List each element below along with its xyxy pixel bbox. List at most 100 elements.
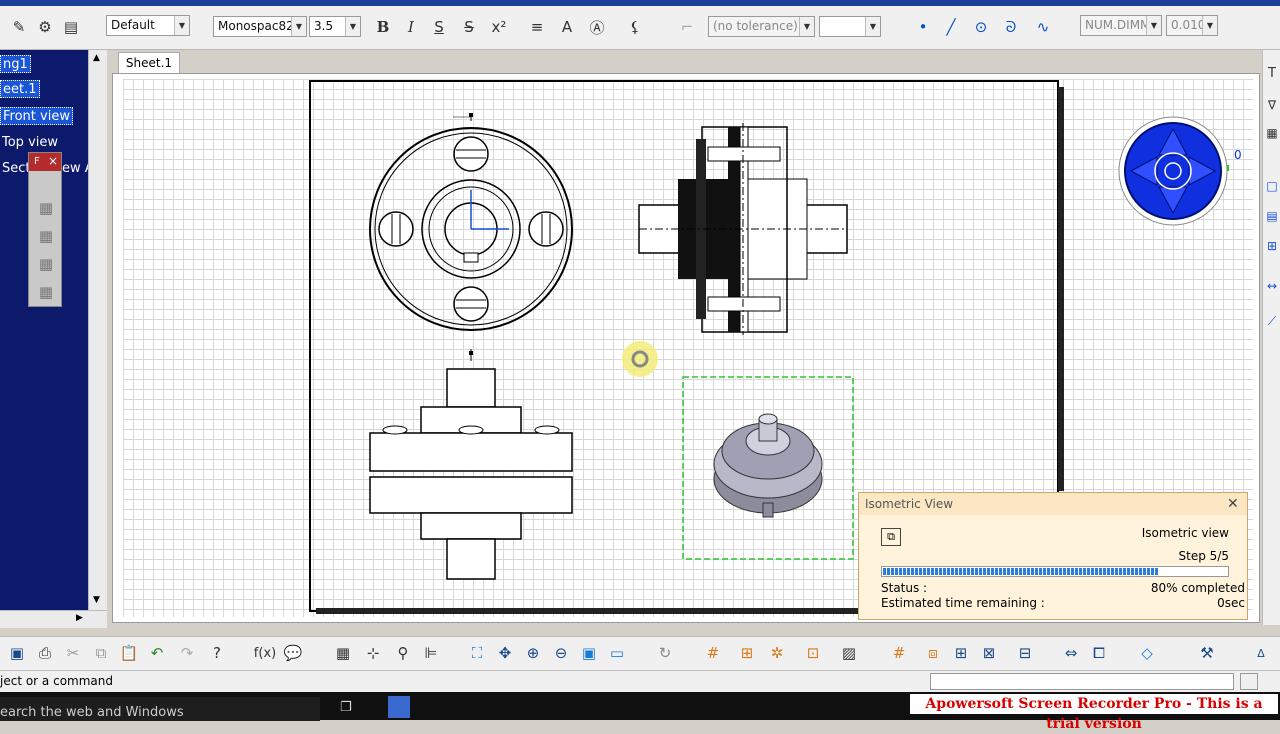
- catia-app-icon[interactable]: [388, 696, 410, 718]
- font-select[interactable]: Monospac821 ▼: [213, 16, 307, 37]
- scroll-down-icon[interactable]: ▼: [93, 595, 100, 605]
- strikethrough-icon[interactable]: S: [458, 16, 480, 38]
- grid-icon[interactable]: ▦: [332, 642, 354, 664]
- redo-icon[interactable]: ↷: [176, 642, 198, 664]
- section-view[interactable]: [638, 123, 848, 335]
- analysis-icon[interactable]: ⚲: [392, 642, 414, 664]
- zoom-area-icon[interactable]: ▣: [578, 642, 600, 664]
- tree-vertical-scrollbar[interactable]: ▲ ▼: [88, 50, 107, 610]
- normal-view-icon[interactable]: ▭: [606, 642, 628, 664]
- command-history-icon[interactable]: [1240, 673, 1258, 690]
- view-icon[interactable]: □: [1263, 175, 1280, 197]
- filter-icon[interactable]: ⊡: [802, 642, 824, 664]
- tools-icon[interactable]: ⚒: [1196, 642, 1218, 664]
- taskbar-search-box[interactable]: earch the web and Windows: [0, 697, 320, 721]
- dimension-line-icon[interactable]: ⇔: [1060, 642, 1082, 664]
- view-tool-icon[interactable]: ▦: [35, 253, 57, 275]
- zoom-in-icon[interactable]: ⊕: [522, 642, 544, 664]
- pan-icon[interactable]: ✥: [494, 642, 516, 664]
- snap-icon[interactable]: ⊹: [362, 642, 384, 664]
- frame-icon[interactable]: ⊞: [950, 642, 972, 664]
- help-icon[interactable]: ?: [206, 642, 228, 664]
- fit-all-icon[interactable]: ⛶: [466, 642, 488, 664]
- cut-icon[interactable]: ✂: [62, 642, 84, 664]
- tab-sheet[interactable]: Sheet.1: [118, 52, 180, 74]
- style-select[interactable]: Default ▼: [106, 15, 190, 36]
- 3d-view-icon[interactable]: ◇: [1136, 642, 1158, 664]
- geometry-icon[interactable]: ⟋: [1263, 310, 1280, 332]
- paste-icon[interactable]: 📋: [118, 642, 140, 664]
- sketch-grid-icon[interactable]: #: [702, 642, 724, 664]
- drafting-toolbar: ✎ ⚙ ▤ Default ▼ Monospac821 ▼ 3.5 ▼ B I S S…: [0, 6, 1280, 50]
- update-icon[interactable]: ↻: [654, 642, 676, 664]
- detail-icon[interactable]: ⊞: [1263, 235, 1280, 257]
- tolerance-value-select[interactable]: ▼: [819, 16, 881, 37]
- dimension-style-icon[interactable]: ⊫: [420, 642, 442, 664]
- copy-icon[interactable]: ⧉: [90, 642, 112, 664]
- bold-icon[interactable]: B: [372, 16, 394, 38]
- comment-icon[interactable]: 💬: [282, 642, 304, 664]
- view-tool-icon[interactable]: ▦: [35, 225, 57, 247]
- measure-icon[interactable]: ⊟: [1014, 642, 1036, 664]
- precision-select[interactable]: 0.0100 ▼: [1166, 15, 1218, 36]
- view-tool-icon[interactable]: ▦: [35, 281, 57, 303]
- dimension-icon[interactable]: ↔: [1263, 275, 1280, 297]
- close-icon[interactable]: ✕: [1227, 493, 1239, 515]
- tree-horizontal-scrollbar[interactable]: ▶: [0, 610, 107, 628]
- layout-icon[interactable]: ⧈: [922, 642, 944, 664]
- underline-icon[interactable]: S: [428, 16, 450, 38]
- anchor-icon: ⌐: [680, 18, 694, 36]
- scroll-up-icon[interactable]: ▲: [93, 53, 100, 63]
- tolerance-select[interactable]: (no tolerance) ▼: [708, 16, 815, 37]
- spline-icon[interactable]: ∿: [1032, 16, 1054, 38]
- command-input[interactable]: [930, 673, 1234, 690]
- italic-icon[interactable]: I: [400, 16, 422, 38]
- circle-icon[interactable]: ⊙: [970, 16, 992, 38]
- detection-icon[interactable]: ⊞: [736, 642, 758, 664]
- isometric-view[interactable]: [682, 376, 854, 560]
- table-icon[interactable]: ▦: [1263, 122, 1280, 144]
- symbol-icon[interactable]: ⚸: [624, 16, 646, 38]
- annotation-icon[interactable]: ∇: [1263, 94, 1280, 116]
- top-view[interactable]: [369, 349, 573, 580]
- grid-toggle-icon[interactable]: #: [888, 642, 910, 664]
- tree-item-sheet[interactable]: eet.1: [0, 80, 40, 98]
- constraint-icon[interactable]: ✲: [766, 642, 788, 664]
- cursor-highlight: [622, 341, 658, 377]
- save-icon[interactable]: ▣: [6, 642, 28, 664]
- sheet-shadow-bottom: [316, 608, 862, 614]
- line-icon[interactable]: ╱: [940, 16, 962, 38]
- text-edit-icon[interactable]: ✎: [8, 16, 30, 38]
- properties-icon[interactable]: ⚙: [34, 16, 56, 38]
- view-tool-icon[interactable]: ▦: [35, 197, 57, 219]
- undo-icon[interactable]: ↶: [146, 642, 168, 664]
- tree-item-drawing[interactable]: ng1: [0, 55, 31, 73]
- dimension-select[interactable]: NUM.DIMM ▼: [1080, 15, 1162, 36]
- formula-icon[interactable]: f(x): [254, 642, 276, 664]
- task-view-icon[interactable]: ❐: [340, 700, 352, 715]
- compass-widget[interactable]: [1117, 115, 1233, 227]
- status-value: 80% completed: [1150, 581, 1245, 595]
- zoom-out-icon[interactable]: ⊖: [550, 642, 572, 664]
- taskbar-search-text: earch the web and Windows: [0, 705, 184, 720]
- point-icon[interactable]: •: [912, 16, 934, 38]
- format-painter-icon[interactable]: ▤: [60, 16, 82, 38]
- tree-item-front-view[interactable]: Front view: [0, 107, 73, 125]
- section-icon[interactable]: ▤: [1263, 205, 1280, 227]
- scroll-right-icon[interactable]: ▶: [76, 613, 83, 623]
- close-icon[interactable]: ×: [48, 154, 58, 168]
- text-frame-icon[interactable]: A: [556, 16, 578, 38]
- publish-icon[interactable]: ⧠: [1088, 642, 1110, 664]
- text-tool-icon[interactable]: T: [1263, 62, 1280, 84]
- font-size-select[interactable]: 3.5 ▼: [309, 16, 361, 37]
- align-icon[interactable]: ≡: [526, 16, 548, 38]
- cross-icon[interactable]: ⊠: [978, 642, 1000, 664]
- image-icon[interactable]: ▨: [838, 642, 860, 664]
- floating-toolbar-titlebar[interactable]: F ×: [29, 153, 61, 171]
- profile-icon[interactable]: ᘐ: [1000, 16, 1022, 38]
- front-view[interactable]: [369, 113, 573, 331]
- superscript-icon[interactable]: x²: [488, 16, 510, 38]
- print-icon[interactable]: ⎙: [34, 642, 56, 664]
- text-box-icon[interactable]: Ⓐ: [586, 16, 608, 38]
- tree-item-top-view[interactable]: Top view: [0, 134, 60, 152]
